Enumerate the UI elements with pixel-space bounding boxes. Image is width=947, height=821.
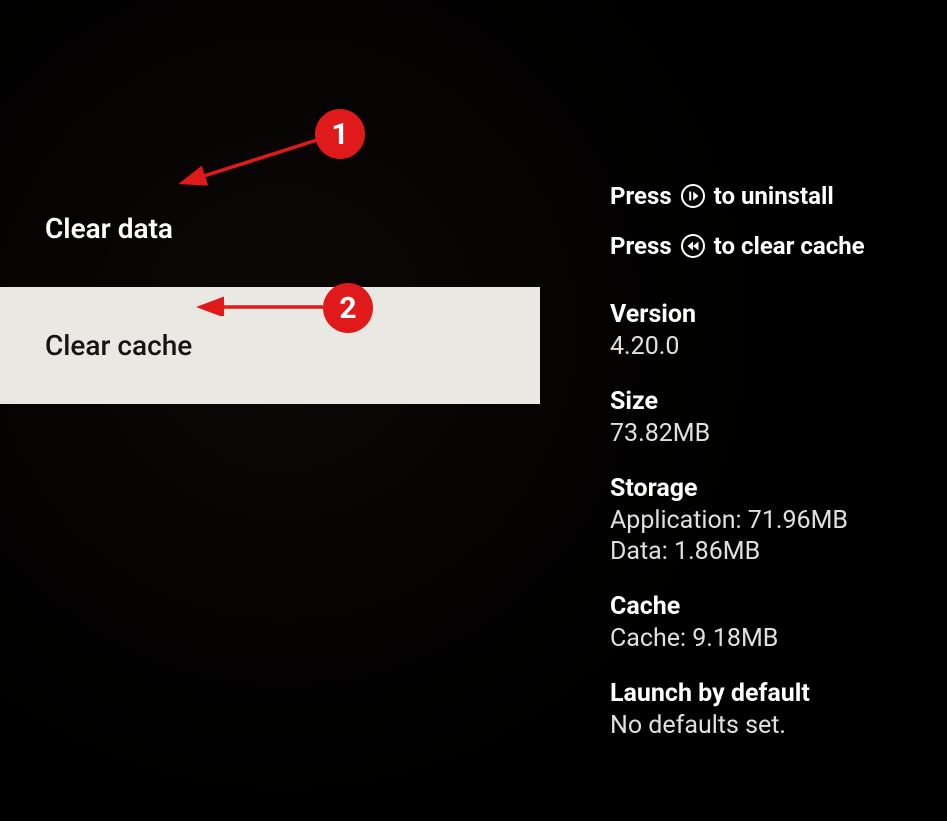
hint-press-text: Press <box>610 182 672 210</box>
annotation-badge-1-text: 1 <box>331 117 348 152</box>
annotation-arrow-1 <box>175 130 325 190</box>
version-value: 4.20.0 <box>610 332 947 361</box>
cache-value: Cache: 9.18MB <box>610 624 947 653</box>
launch-value: No defaults set. <box>610 711 947 740</box>
hint-clear-cache-text: to clear cache <box>714 232 865 260</box>
storage-label: Storage <box>610 474 947 503</box>
storage-application-value: Application: 71.96MB <box>610 506 947 535</box>
version-label: Version <box>610 300 947 329</box>
clear-cache-label: Clear cache <box>45 329 192 362</box>
cache-label: Cache <box>610 592 947 621</box>
size-label: Size <box>610 387 947 416</box>
annotation-badge-2: 2 <box>323 283 373 333</box>
settings-menu-list: Clear data Clear cache <box>0 170 540 404</box>
annotation-badge-2-text: 2 <box>339 291 356 326</box>
size-value: 73.82MB <box>610 419 947 448</box>
hint-press-text-2: Press <box>610 232 672 260</box>
play-pause-icon <box>680 183 706 209</box>
launch-label: Launch by default <box>610 679 947 708</box>
rewind-icon <box>680 233 706 259</box>
info-block: Version 4.20.0 Size 73.82MB Storage Appl… <box>610 300 947 740</box>
info-panel: Press to uninstall Press to clear cache … <box>610 182 947 766</box>
clear-data-label: Clear data <box>45 212 173 245</box>
annotation-arrow-2 <box>195 296 330 316</box>
hint-clear-cache: Press to clear cache <box>610 232 947 260</box>
hint-uninstall-text: to uninstall <box>714 182 834 210</box>
storage-data-value: Data: 1.86MB <box>610 537 947 566</box>
hint-uninstall: Press to uninstall <box>610 182 947 210</box>
